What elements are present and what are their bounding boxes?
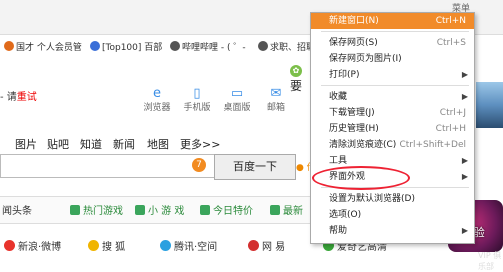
chevron-right-icon: ▶ [461,226,468,235]
menu-item-set-default[interactable]: 设置为默认浏览器(D) [311,191,474,207]
chevron-right-icon: ▶ [461,156,468,165]
paw-icon [90,41,100,51]
extension-icon[interactable]: ✿ [290,65,302,77]
retry-link[interactable]: 重试 [17,92,37,103]
chevron-right-icon: ▶ [461,70,468,79]
nav-more[interactable]: 更多>> [180,136,220,152]
menu-item-history[interactable]: 历史管理(H) Ctrl+H [311,121,474,137]
app-desktop[interactable]: ▭ 桌面版 [217,86,257,113]
bookmark-item[interactable]: 哔哩哔哩 - ( ゜- [170,40,246,53]
grid-icon [270,205,280,215]
app-mail[interactable]: ✉ 邮箱 [256,86,296,113]
game-icon [70,205,80,215]
link-sohu[interactable]: 搜 狐 [88,238,125,253]
bookmark-item[interactable]: 国才 个人会员管 [4,40,82,53]
chevron-right-icon: ▶ [461,92,468,101]
bookmark-item[interactable]: 求职、招聘 [258,40,315,53]
tab-headlines[interactable]: 闻头条 [2,202,32,217]
circle-icon [4,41,14,51]
chevron-right-icon: ▶ [461,172,468,181]
bili-icon [170,41,180,51]
browser-icon: e [153,86,161,101]
gear-icon [258,41,268,51]
annotation-circle [312,166,410,190]
link-163[interactable]: 网 易 [248,238,285,253]
bookmark-item[interactable]: [Top100] 百部 [90,40,162,53]
mail-icon: ✉ [270,86,282,101]
tab-hot-games[interactable]: 热门游戏 [70,202,123,217]
menu-item-downloads[interactable]: 下载管理(J) Ctrl+J [311,105,474,121]
link-qq[interactable]: 腾讯·空间 [160,238,217,253]
menu-item-favorites[interactable]: 收藏 ▶ [311,89,474,105]
tab-latest[interactable]: 最新 [270,202,303,217]
menu-divider [321,85,469,86]
menu-divider [321,31,469,32]
app-browser[interactable]: e 浏览器 [137,86,177,113]
wallpaper-thumbnail [476,82,503,128]
weibo-icon [4,240,15,251]
desktop-icon: ▭ [230,86,244,101]
nav-images[interactable]: 图片 [15,136,37,152]
nav-map[interactable]: 地图 [147,136,169,152]
search-input[interactable] [0,154,216,178]
sohu-icon [88,240,99,251]
nav-tieba[interactable]: 贴吧 [47,136,69,152]
vip-label: VIP 俱乐部 [478,251,502,271]
browser-menu: 新建窗口(N) Ctrl+N 保存网页(S) Ctrl+S 保存网页为图片(I) 打… [310,12,475,244]
menu-item-new-window[interactable]: 新建窗口(N) Ctrl+N [311,13,474,29]
app-mobile[interactable]: ▯ 手机版 [177,86,217,113]
greeting: - 请重试 [0,92,37,103]
tag-icon [200,205,210,215]
menu-item-tools[interactable]: 工具 ▶ [311,153,474,169]
menu-item-clear-traces[interactable]: 清除浏览痕迹(C) Ctrl+Shift+Del [311,137,474,153]
mobile-icon: ▯ [193,86,201,101]
tab-deals[interactable]: 今日特价 [200,202,253,217]
nav-news[interactable]: 新闻 [113,136,135,152]
menu-item-save-page[interactable]: 保存网页(S) Ctrl+S [311,35,474,51]
nav-zhidao[interactable]: 知道 [80,136,102,152]
netease-icon [248,240,259,251]
link-sina[interactable]: 新浪·微博 [4,238,61,253]
search-suggest-badge: 7 [192,158,206,172]
controller-icon [135,205,145,215]
menu-item-options[interactable]: 选项(O) [311,207,474,223]
search-button[interactable]: 百度一下 [214,154,296,180]
menu-item-help[interactable]: 帮助 ▶ [311,223,474,239]
extension-row: ✿ 要 [290,65,303,93]
tab-mini-games[interactable]: 小 游 戏 [135,202,184,217]
menu-item-print[interactable]: 打印(P) ▶ [311,67,474,83]
qq-icon [160,240,171,251]
menu-item-save-as-image[interactable]: 保存网页为图片(I) [311,51,474,67]
